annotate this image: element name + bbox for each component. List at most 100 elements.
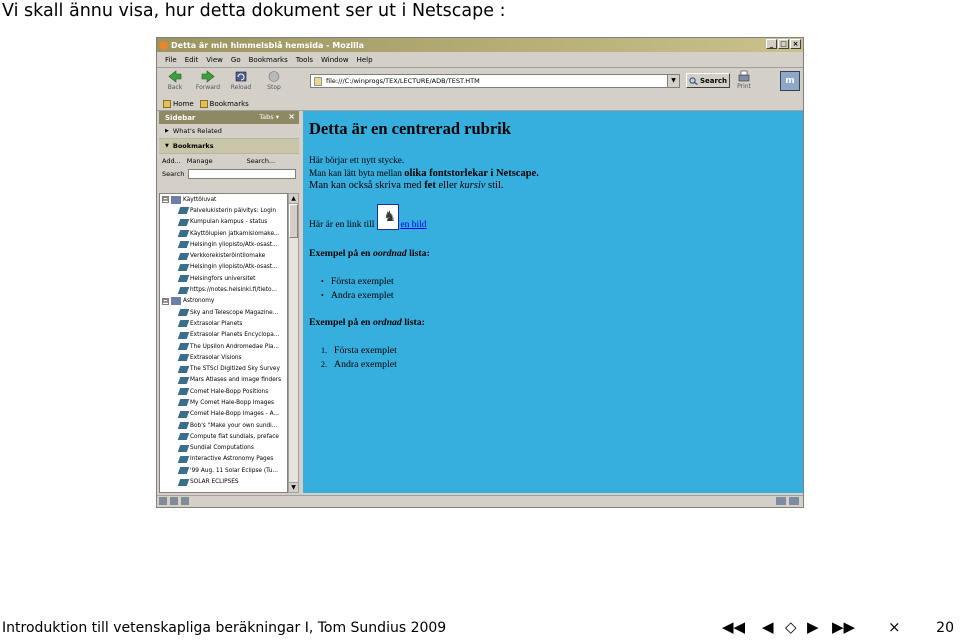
sidebar-bookmarks-panel[interactable]: ▼ Bookmarks (159, 139, 299, 154)
text-normal: Man kan lätt byta mellan (309, 168, 405, 179)
connection-icon[interactable] (776, 497, 786, 505)
bookmark-item[interactable]: The STScI Digitized Sky Survey (160, 363, 287, 374)
figure-icon: ♞ (383, 210, 396, 225)
menu-window[interactable]: Window (321, 56, 349, 64)
scroll-thumb[interactable] (289, 204, 298, 238)
menu-edit[interactable]: Edit (185, 56, 199, 64)
browser-titlebar[interactable]: Detta är min himmelsblå hemsida - Mozill… (157, 38, 803, 52)
scroll-down-arrow[interactable]: ▼ (289, 482, 298, 492)
bookmark-item[interactable]: Comet Hale-Bopp Images - A... (160, 409, 287, 420)
link-line: Här är en link till ♞ en bild (309, 204, 427, 230)
sidebar-scrollbar[interactable]: ▲ ▼ (288, 193, 299, 493)
bookmark-item[interactable]: Palvelukisterin päivitys: Login (160, 205, 287, 216)
previous-page-icon[interactable]: ◀ (762, 618, 774, 636)
bookmark-icon (177, 252, 190, 260)
page-heading: Detta är en centrerad rubrik (309, 119, 511, 138)
bookmark-folder[interactable]: ⊟ Astronomy (160, 296, 287, 307)
sidebar-tabs-button[interactable]: Tabs ▾ (259, 113, 279, 121)
bookmark-item[interactable]: Sky and Telescope Magazine... (160, 307, 287, 318)
search-label: Search (699, 76, 728, 85)
bookmark-item[interactable]: Interactive Astronomy Pages (160, 454, 287, 465)
bookmark-search: Search (159, 167, 299, 180)
bookmark-item[interactable]: Helsingin yliopisto/Atk-osast... (160, 262, 287, 273)
text-normal: stil. (485, 180, 504, 191)
navigation-toolbar: Back Forward Reload Stop file:///C:/winp… (157, 68, 803, 96)
bookmark-item[interactable]: '99 Aug. 11 Solar Eclipse (Tu... (160, 465, 287, 476)
bookmark-item[interactable]: Extrasolar Planets Encyclopa... (160, 330, 287, 341)
bookmark-item-label: Interactive Astronomy Pages (190, 456, 274, 463)
bookmark-item-label: The Upsilon Andromedae Pla... (190, 343, 280, 350)
heading-text: lista: (401, 317, 425, 328)
image-link[interactable]: en bild (400, 220, 426, 230)
text-normal: Man kan också skriva med (309, 180, 425, 191)
scroll-up-arrow[interactable]: ▲ (289, 194, 298, 204)
url-dropdown-button[interactable]: ▼ (667, 75, 679, 87)
menu-go[interactable]: Go (231, 56, 241, 64)
home-diamond-icon[interactable]: ◇ (785, 618, 797, 636)
back-button[interactable]: Back (160, 68, 190, 91)
folder-icon (171, 297, 181, 306)
bookmark-item[interactable]: Extrasolar Planets (160, 318, 287, 329)
menu-view[interactable]: View (206, 56, 223, 64)
throbber-logo[interactable]: m (780, 71, 800, 91)
bookmark-tree: ⊟ Käyttöluvat Palvelukisterin päivitys: Lo… (159, 193, 288, 493)
bookmark-item-label: Helsingfors universitet (190, 275, 256, 282)
mozilla-icon (159, 40, 168, 50)
bookmark-item[interactable]: Mars Atlases and image finders (160, 375, 287, 386)
bookmark-search-input[interactable] (188, 168, 297, 179)
last-page-icon[interactable]: ▶▶ (832, 618, 855, 636)
page-content: Detta är en centrerad rubrik Här börjar … (303, 111, 803, 493)
bookmark-item[interactable]: SOLAR ECLIPSES (160, 476, 287, 487)
bookmark-item[interactable]: The Upsilon Andromedae Pla... (160, 341, 287, 352)
search-button[interactable]: Search (686, 73, 730, 88)
bookmarks-button[interactable]: Bookmarks (199, 99, 249, 108)
bookmark-item[interactable]: Kumpulan kampus - status (160, 217, 287, 228)
stop-button[interactable]: Stop (259, 68, 289, 91)
menu-bookmarks[interactable]: Bookmarks (249, 56, 288, 64)
home-button[interactable]: Home (163, 99, 194, 108)
bookmark-item[interactable]: Käyttölupien jatkamislomake... (160, 228, 287, 239)
url-input[interactable]: file:///C:/winprogs/TEX/LECTURE/ADB/TEST… (310, 74, 680, 88)
heading-italic: oordnad (372, 248, 407, 259)
bookmark-item[interactable]: Bob's "Make your own sundi... (160, 420, 287, 431)
collapse-toggle-icon[interactable]: ⊟ (162, 196, 169, 204)
bookmark-icon (177, 444, 190, 452)
composer-icon[interactable] (181, 497, 189, 505)
navigator-icon[interactable] (159, 497, 167, 505)
bookmark-item[interactable]: Compute flat sundials, preface (160, 431, 287, 442)
bookmark-item[interactable]: Extrasolar Visions (160, 352, 287, 363)
minimize-button[interactable]: _ (766, 39, 777, 49)
first-page-icon[interactable]: ◀◀ (722, 618, 745, 636)
bookmark-item[interactable]: Verkkorekisteröintilomake (160, 250, 287, 261)
print-label: Print (737, 83, 751, 90)
next-page-icon[interactable]: ▶ (807, 618, 819, 636)
bookmark-item[interactable]: My Comet Hale-Bopp Images (160, 397, 287, 408)
bookmark-item[interactable]: Helsingfors universitet (160, 273, 287, 284)
linked-image[interactable]: ♞ (377, 204, 400, 230)
menu-file[interactable]: File (165, 56, 177, 64)
sidebar-whats-related[interactable]: ▶ What's Related (159, 124, 299, 139)
bookmarks-icon (199, 99, 208, 108)
mail-icon[interactable] (170, 497, 178, 505)
reload-icon (235, 71, 247, 82)
forward-button[interactable]: Forward (193, 68, 223, 91)
bookmark-item[interactable]: Comet Hale-Bopp Positions (160, 386, 287, 397)
reload-button[interactable]: Reload (226, 68, 256, 91)
collapse-toggle-icon[interactable]: ⊟ (162, 297, 169, 305)
bookmark-folder[interactable]: ⊟ Käyttöluvat (160, 194, 287, 205)
maximize-button[interactable]: □ (778, 39, 789, 49)
menu-tools[interactable]: Tools (296, 56, 313, 64)
security-lock-icon (789, 497, 799, 505)
sidebar-close-button[interactable]: × (288, 112, 295, 121)
menu-help[interactable]: Help (357, 56, 373, 64)
close-button[interactable]: × (790, 39, 801, 49)
bookmark-item[interactable]: Helsingin yliopisto/Atk-osast... (160, 239, 287, 250)
bookmark-icon (177, 331, 190, 339)
search-bookmarks-button[interactable]: Search... (247, 157, 276, 165)
manage-bookmarks-button[interactable]: Manage (187, 157, 213, 165)
add-bookmark-button[interactable]: Add... (162, 157, 181, 165)
close-presentation-icon[interactable]: × (888, 618, 901, 636)
bookmark-item[interactable]: Sundial Computations (160, 443, 287, 454)
print-button[interactable]: Print (737, 70, 751, 90)
bookmark-item[interactable]: https://notes.helsinki.fi/tieto... (160, 284, 287, 295)
